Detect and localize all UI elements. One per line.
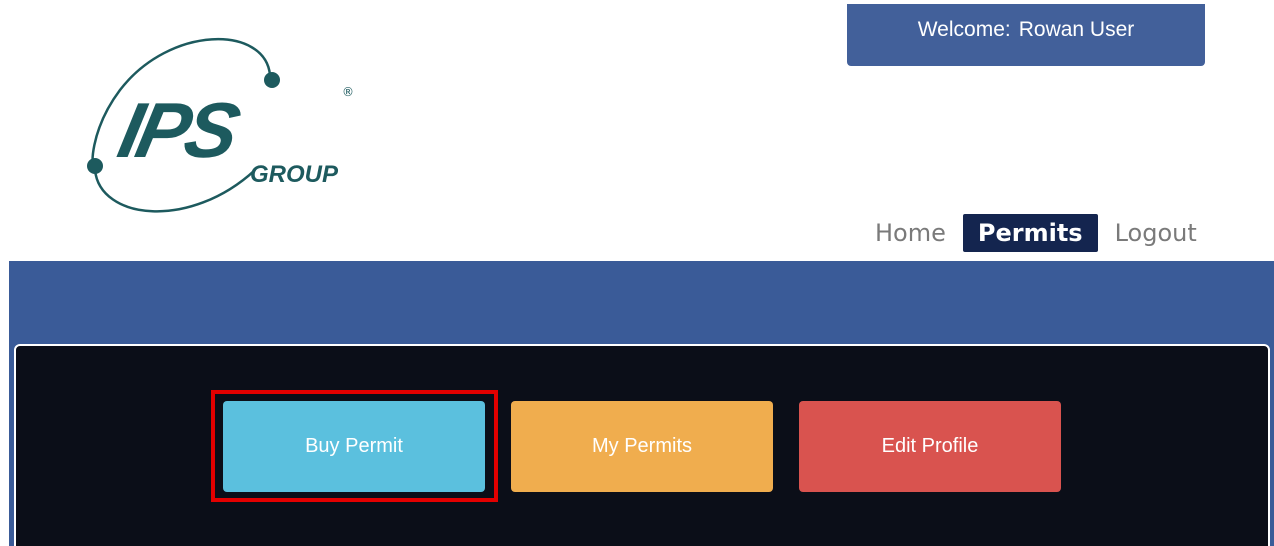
welcome-label: Welcome: [917,18,1011,41]
user-name: Rowan User [1018,18,1135,41]
nav-logout[interactable]: Logout [1106,214,1206,252]
logo-subtext: GROUP [250,161,339,188]
edit-profile-button[interactable]: Edit Profile [799,401,1061,492]
buy-permit-button[interactable]: Buy Permit [223,401,485,492]
logo-text: IPS [111,87,247,174]
nav-permits[interactable]: Permits [962,214,1098,252]
nav-home[interactable]: Home [866,214,955,252]
my-permits-button[interactable]: My Permits [511,401,773,492]
welcome-banner: Welcome: Rowan User [847,4,1205,66]
registered-mark: ® [342,85,354,99]
ips-group-logo[interactable]: IPS GROUP ® [80,30,380,230]
main-nav: Home Permits Logout [866,212,1206,254]
logo-graphic: IPS GROUP ® [87,38,354,213]
page: IPS GROUP ® Welcome: Rowan User Home Per… [0,0,1274,546]
